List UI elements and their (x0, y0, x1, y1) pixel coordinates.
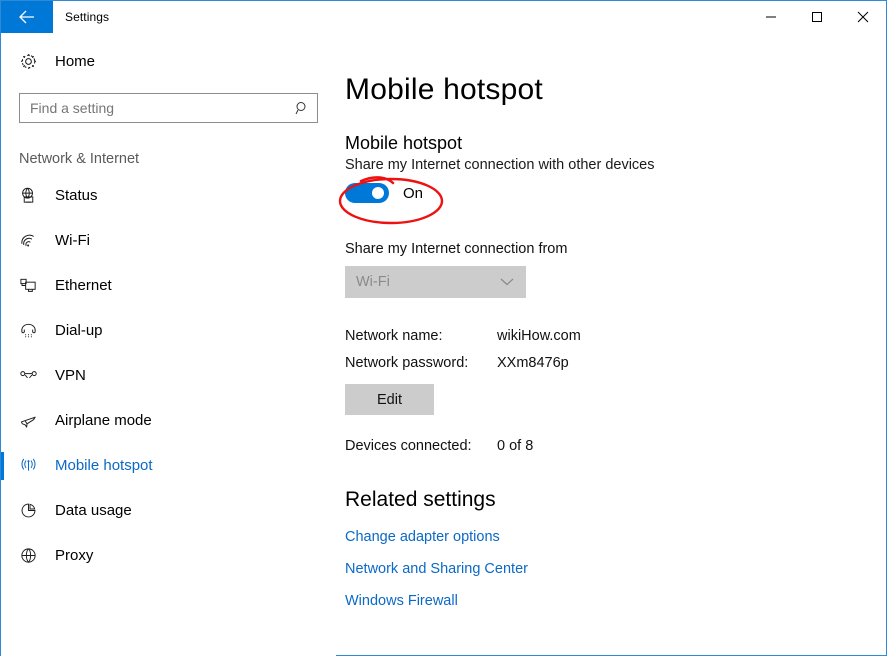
connection-source-dropdown[interactable]: Wi-Fi (345, 266, 526, 298)
broadcast-icon (19, 456, 45, 475)
close-icon (857, 11, 869, 23)
minimize-button[interactable] (748, 1, 794, 33)
sidebar-item-airplane-mode[interactable]: Airplane mode (1, 398, 336, 443)
home-label: Home (55, 52, 96, 70)
sidebar-item-label: Dial-up (55, 322, 103, 339)
hotspot-toggle[interactable] (345, 183, 389, 203)
search-container (1, 81, 336, 123)
sidebar-item-ethernet[interactable]: Ethernet (1, 263, 336, 308)
devices-connected-value: 0 of 8 (497, 438, 534, 454)
link-change-adapter-options[interactable]: Change adapter options (345, 529, 886, 545)
section-heading: Mobile hotspot (345, 133, 463, 153)
sidebar-item-wifi[interactable]: Wi-Fi (1, 218, 336, 263)
section-description: Share my Internet connection with other … (345, 157, 655, 173)
network-name-value: wikiHow.com (497, 328, 581, 344)
maximize-icon (811, 11, 823, 23)
minimize-icon (765, 11, 777, 23)
sidebar-item-label: Wi-Fi (55, 232, 90, 249)
sidebar-section-label: Network & Internet (19, 151, 140, 167)
sidebar-item-data-usage[interactable]: Data usage (1, 488, 336, 533)
vpn-icon (19, 366, 45, 385)
toggle-knob (372, 187, 384, 199)
link-windows-firewall[interactable]: Windows Firewall (345, 593, 886, 609)
link-network-and-sharing-center[interactable]: Network and Sharing Center (345, 561, 886, 577)
network-name-label: Network name: (345, 328, 443, 344)
network-details: Network name: wikiHow.com Network passwo… (345, 328, 886, 454)
related-settings-title: Related settings (345, 488, 496, 511)
settings-window: Settings Home Find a setting Network & I… (0, 0, 887, 656)
sidebar-item-label: Proxy (55, 547, 94, 564)
hotspot-toggle-row: On (338, 176, 545, 225)
sidebar-item-label: Data usage (55, 502, 132, 519)
toggle-state-label: On (403, 184, 424, 202)
gear-icon (19, 52, 45, 71)
sidebar-item-mobile-hotspot[interactable]: Mobile hotspot (1, 443, 336, 488)
search-box[interactable] (19, 93, 318, 123)
sidebar-item-status[interactable]: Status (1, 173, 336, 218)
sidebar-item-label: Ethernet (55, 277, 112, 294)
sidebar: Home Network & Internet (1, 33, 336, 656)
airplane-icon (19, 411, 45, 430)
back-arrow-icon (17, 9, 37, 25)
main-content: Mobile hotspot Mobile hotspot Share my I… (336, 33, 886, 656)
dialup-phone-icon (19, 321, 45, 340)
globe-icon (19, 546, 45, 565)
sidebar-item-vpn[interactable]: VPN (1, 353, 336, 398)
devices-connected-row: Devices connected: 0 of 8 (345, 438, 886, 454)
sidebar-item-label: Airplane mode (55, 412, 152, 429)
network-password-value: XXm8476p (497, 355, 569, 371)
page-title: Mobile hotspot (345, 73, 543, 106)
sidebar-item-proxy[interactable]: Proxy (1, 533, 336, 578)
ethernet-icon (19, 276, 45, 295)
chevron-down-icon (500, 278, 514, 287)
title-bar: Settings (1, 1, 886, 33)
search-icon[interactable] (295, 101, 309, 115)
pie-chart-icon (19, 501, 45, 520)
connection-source-value: Wi-Fi (356, 274, 390, 290)
search-input[interactable] (20, 94, 317, 122)
edit-button[interactable]: Edit (345, 384, 434, 415)
window-controls (748, 1, 886, 33)
network-name-row: Network name: wikiHow.com (345, 328, 886, 344)
devices-connected-label: Devices connected: (345, 438, 472, 454)
network-password-row: Network password: XXm8476p (345, 355, 886, 371)
sidebar-item-label: VPN (55, 367, 86, 384)
globe-monitor-icon (19, 186, 45, 205)
sidebar-item-home[interactable]: Home (1, 41, 336, 81)
wifi-icon (19, 231, 45, 250)
connection-source-label: Share my Internet connection from (345, 241, 568, 257)
back-button[interactable] (1, 1, 53, 33)
sidebar-item-dialup[interactable]: Dial-up (1, 308, 336, 353)
maximize-button[interactable] (794, 1, 840, 33)
sidebar-item-label: Mobile hotspot (55, 457, 153, 474)
window-title: Settings (65, 10, 110, 24)
network-password-label: Network password: (345, 355, 469, 371)
sidebar-item-label: Status (55, 187, 98, 204)
close-button[interactable] (840, 1, 886, 33)
